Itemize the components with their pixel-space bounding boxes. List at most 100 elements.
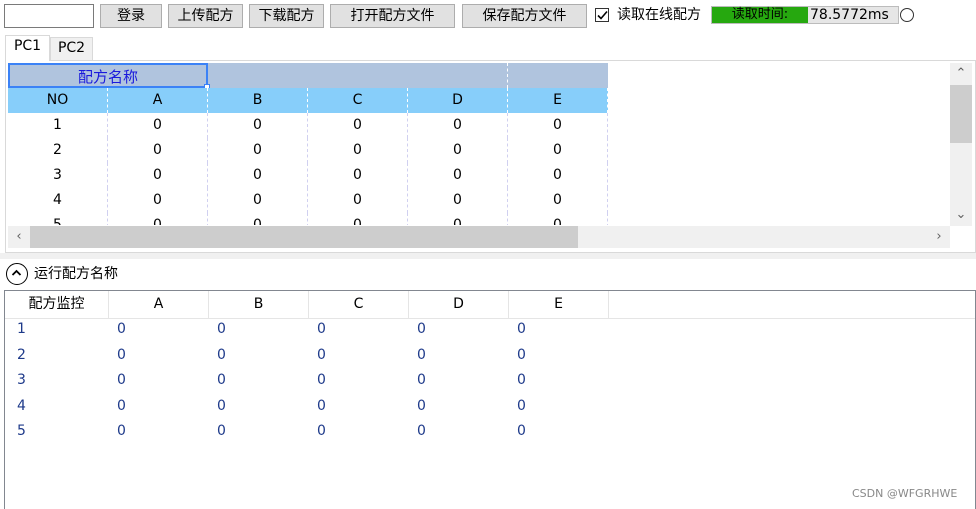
recipe-grid-cell[interactable]: 0	[208, 138, 308, 163]
recipe-grid-cell[interactable]: 0	[108, 213, 208, 225]
recipe-grid-cell[interactable]: 0	[308, 163, 408, 188]
section-divider	[0, 253, 976, 259]
monitor-grid-cell: 0	[117, 397, 126, 414]
recipe-grid-cell[interactable]: 3	[8, 163, 108, 188]
recipe-grid-cell[interactable]: 0	[508, 113, 608, 138]
recipe-grid-cell[interactable]: 0	[108, 138, 208, 163]
monitor-grid-cell: 0	[317, 423, 326, 439]
monitor-grid-cell: 1	[17, 321, 26, 337]
recipe-grid-cell[interactable]: 0	[308, 213, 408, 225]
monitor-header-divider	[5, 318, 975, 319]
monitor-col-header-d[interactable]: D	[409, 291, 509, 318]
recipe-grid-cell[interactable]: 1	[8, 113, 108, 138]
recipe-name-cell[interactable]: 配方名称	[8, 63, 208, 88]
upload-recipe-button[interactable]: 上传配方	[168, 4, 243, 28]
recipe-grid-cell[interactable]: 0	[108, 188, 208, 213]
monitor-grid-cell: 0	[517, 346, 526, 363]
recipe-grid-cell[interactable]: 0	[408, 188, 508, 213]
col-header-a[interactable]: A	[108, 88, 208, 113]
recipe-grid-cell[interactable]: 0	[408, 113, 508, 138]
status-radio[interactable]	[900, 8, 914, 22]
monitor-col-header-a[interactable]: A	[109, 291, 209, 318]
tab-pc1[interactable]: PC1	[5, 35, 50, 61]
tab-pc2[interactable]: PC2	[50, 37, 93, 60]
recipe-grid-cell[interactable]: 0	[208, 213, 308, 225]
monitor-grid-cell: 0	[517, 397, 526, 414]
recipe-grid[interactable]: 配方名称 NO A B C D E 1000002000003000004000…	[8, 63, 608, 225]
monitor-grid-cell: 0	[217, 346, 226, 363]
recipe-grid-cell[interactable]: 0	[508, 138, 608, 163]
login-button[interactable]: 登录	[100, 4, 162, 28]
recipe-name-value-cell[interactable]	[208, 63, 508, 88]
recipe-grid-cell[interactable]: 0	[408, 138, 508, 163]
monitor-grid-cell: 0	[217, 321, 226, 337]
read-time-progress: 读取时间: 78.5772ms	[711, 6, 899, 24]
run-recipe-name-label: 运行配方名称	[34, 266, 118, 282]
monitor-grid-cell: 5	[17, 423, 26, 439]
monitor-grid-cell: 0	[417, 423, 426, 439]
scroll-up-icon[interactable]: ⌃	[950, 63, 972, 85]
monitor-grid-cell: 0	[417, 397, 426, 414]
monitor-grid-cell: 0	[317, 372, 326, 388]
monitor-grid-cell: 0	[317, 346, 326, 363]
monitor-grid[interactable]: 配方监控 A B C D E 1 0 0 0 0 0 2 0 0 0 0 0 3 0 0 0 0 0 4 0 0 0 0 0 5…	[4, 290, 976, 509]
watermark: CSDN @WFGRHWE	[852, 487, 958, 500]
recipe-grid-cell[interactable]: 4	[8, 188, 108, 213]
recipe-grid-cell[interactable]: 0	[208, 188, 308, 213]
monitor-grid-cell: 0	[417, 372, 426, 388]
collapse-chevron-up-icon[interactable]	[6, 263, 28, 285]
open-recipe-file-button[interactable]: 打开配方文件	[330, 4, 455, 28]
recipe-name-extra-cell[interactable]	[508, 63, 608, 88]
recipe-grid-cell[interactable]: 0	[408, 213, 508, 225]
monitor-grid-cell: 3	[17, 372, 26, 388]
monitor-grid-cell: 0	[517, 423, 526, 439]
recipe-grid-cell[interactable]: 0	[308, 113, 408, 138]
checkmark-icon	[597, 10, 608, 20]
recipe-grid-cell[interactable]: 0	[508, 213, 608, 225]
monitor-col-header-e[interactable]: E	[509, 291, 609, 318]
vscroll-thumb[interactable]	[950, 85, 972, 143]
monitor-col-header-c[interactable]: C	[309, 291, 409, 318]
recipe-grid-cell[interactable]: 0	[408, 163, 508, 188]
read-online-checkbox[interactable]	[595, 8, 609, 22]
monitor-col-header-b[interactable]: B	[209, 291, 309, 318]
monitor-grid-cell: 0	[417, 346, 426, 363]
recipe-grid-cell[interactable]: 0	[108, 113, 208, 138]
recipe-grid-cell[interactable]: 0	[208, 163, 308, 188]
recipe-grid-vscrollbar[interactable]: ⌃ ⌄	[950, 63, 972, 226]
download-recipe-button[interactable]: 下载配方	[249, 4, 324, 28]
col-header-d[interactable]: D	[408, 88, 508, 113]
recipe-grid-cell[interactable]: 0	[208, 113, 308, 138]
monitor-grid-cell: 0	[217, 372, 226, 388]
monitor-col-header-name[interactable]: 配方监控	[5, 291, 109, 318]
col-header-no[interactable]: NO	[8, 88, 108, 113]
monitor-grid-cell: 0	[317, 397, 326, 414]
recipe-grid-cell[interactable]: 0	[308, 138, 408, 163]
col-header-b[interactable]: B	[208, 88, 308, 113]
scroll-left-icon[interactable]: ‹	[8, 226, 30, 248]
save-recipe-file-button[interactable]: 保存配方文件	[462, 4, 587, 28]
recipe-grid-cell[interactable]: 0	[508, 188, 608, 213]
monitor-grid-cell: 0	[217, 423, 226, 439]
read-time-value: 78.5772ms	[810, 7, 889, 23]
scroll-right-icon[interactable]: ›	[928, 226, 950, 248]
recipe-grid-cell[interactable]: 0	[108, 163, 208, 188]
recipe-grid-hscrollbar[interactable]: ‹ ›	[8, 226, 950, 248]
monitor-grid-cell: 0	[117, 423, 126, 439]
recipe-grid-cell[interactable]: 5	[8, 213, 108, 225]
read-online-label: 读取在线配方	[617, 7, 701, 23]
monitor-grid-cell: 2	[17, 346, 26, 363]
col-header-e[interactable]: E	[508, 88, 608, 113]
recipe-grid-cell[interactable]: 0	[308, 188, 408, 213]
monitor-grid-cell: 0	[117, 346, 126, 363]
login-input[interactable]	[4, 4, 94, 28]
hscroll-thumb[interactable]	[30, 226, 578, 248]
scroll-down-icon[interactable]: ⌄	[950, 204, 972, 226]
read-time-label: 读取时间:	[731, 7, 789, 22]
col-header-c[interactable]: C	[308, 88, 408, 113]
recipe-grid-cell[interactable]: 0	[508, 163, 608, 188]
monitor-grid-cell: 0	[117, 372, 126, 388]
monitor-grid-cell: 0	[317, 321, 326, 337]
recipe-grid-cell[interactable]: 2	[8, 138, 108, 163]
monitor-grid-cell: 0	[517, 321, 526, 337]
